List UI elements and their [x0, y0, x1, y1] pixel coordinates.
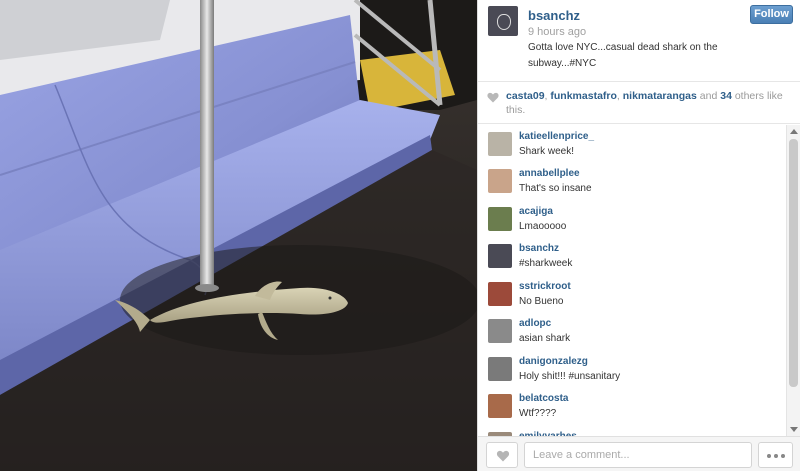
avatar[interactable] [488, 244, 512, 268]
avatar[interactable] [488, 319, 512, 343]
post-caption: Gotta love NYC...casual dead shark on th… [528, 42, 718, 69]
comment-text: Holy shit!!! #unsanitary [519, 371, 621, 382]
list-item: adlopc asian shark [478, 312, 786, 349]
subway-shark-photo [0, 0, 477, 471]
liker-link[interactable]: casta09 [506, 90, 545, 102]
liker-link[interactable]: nikmatarangas [623, 90, 697, 102]
list-item: belatcosta Wtf???? [478, 387, 786, 424]
heart-icon [487, 92, 499, 103]
comment-username[interactable]: belatcosta [519, 393, 568, 404]
avatar[interactable] [488, 6, 518, 36]
comment-text: #sharkweek [519, 258, 573, 269]
comment-text: Wtf???? [519, 408, 557, 419]
avatar[interactable] [488, 282, 512, 306]
ellipsis-icon [766, 454, 771, 458]
owner-username[interactable]: bsanchz [528, 8, 580, 23]
liker-link[interactable]: funkmastafro [550, 90, 617, 102]
comment-text: No Bueno [519, 296, 564, 307]
scroll-up-arrow-icon[interactable] [790, 129, 798, 134]
comments-list: katieellenprice_ Shark week! annabellple… [478, 125, 786, 436]
list-item: bsanchz #sharkweek [478, 237, 786, 274]
comment-username[interactable]: bsanchz [519, 243, 559, 254]
post-photo [0, 0, 477, 471]
ellipsis-icon [780, 454, 785, 458]
comment-footer [478, 436, 800, 471]
comment-username[interactable]: katieellenprice_ [519, 131, 594, 142]
post-timestamp: 9 hours ago [528, 26, 587, 38]
avatar[interactable] [488, 207, 512, 231]
avatar[interactable] [488, 169, 512, 193]
ellipsis-icon [773, 454, 778, 458]
likes-others-count[interactable]: 34 [720, 90, 732, 102]
list-item: sstrickroot No Bueno [478, 275, 786, 312]
likes-and-text: and [696, 90, 721, 102]
comment-username[interactable]: acajiga [519, 206, 553, 217]
comment-username[interactable]: sstrickroot [519, 281, 571, 292]
comment-username[interactable]: danigonzalezg [519, 356, 588, 367]
comment-input[interactable] [524, 442, 752, 468]
comment-text: asian shark [519, 333, 571, 344]
list-item: katieellenprice_ Shark week! [478, 125, 786, 162]
scroll-down-arrow-icon[interactable] [790, 427, 798, 432]
comment-text: That's so insane [519, 183, 592, 194]
list-item: acajiga Lmaooooo [478, 200, 786, 237]
list-item: annabellplee That's so insane [478, 162, 786, 199]
comment-username[interactable]: annabellplee [519, 168, 580, 179]
follow-button[interactable]: Follow [750, 5, 793, 24]
comments-scrollbar[interactable] [786, 125, 800, 436]
avatar[interactable] [488, 357, 512, 381]
like-button[interactable] [486, 442, 518, 468]
post-side-panel: bsanchz 9 hours ago Gotta love NYC...cas… [477, 0, 800, 471]
scrollbar-thumb[interactable] [789, 139, 798, 387]
list-item: danigonzalezg Holy shit!!! #unsanitary [478, 350, 786, 387]
comment-username[interactable]: adlopc [519, 318, 551, 329]
more-options-button[interactable] [758, 442, 793, 468]
likes-summary: casta09, funkmastafro, nikmatarangas and… [478, 82, 800, 124]
heart-icon [496, 450, 510, 462]
avatar[interactable] [488, 132, 512, 156]
post-header: bsanchz 9 hours ago Gotta love NYC...cas… [478, 0, 800, 82]
avatar[interactable] [488, 394, 512, 418]
comment-text: Lmaooooo [519, 221, 567, 232]
list-item: emilyvarhes [478, 425, 786, 436]
comment-text: Shark week! [519, 146, 575, 157]
